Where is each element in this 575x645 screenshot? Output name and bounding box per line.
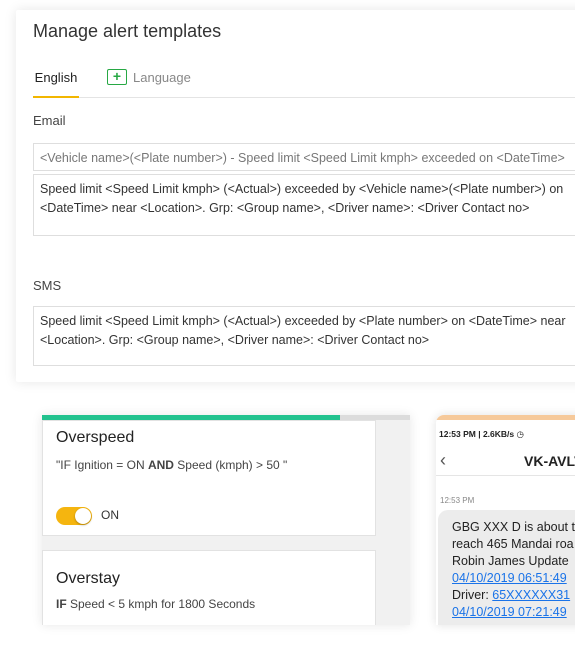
- toggle-knob: [75, 508, 91, 524]
- alert-toggle[interactable]: [56, 507, 92, 525]
- email-body-field[interactable]: Speed limit <Speed Limit kmph> (<Actual>…: [33, 174, 575, 236]
- message-line: Robin James Update: [452, 554, 569, 568]
- tab-english[interactable]: English: [33, 65, 79, 98]
- sms-body-line: <Location>. Grp: <Group name>, <Driver n…: [40, 333, 430, 347]
- driver-label: Driver:: [452, 588, 493, 602]
- alert-name: Overspeed: [56, 429, 135, 446]
- alerts-panel: Overspeed "IF Ignition = ON AND Speed (k…: [42, 415, 410, 625]
- email-subject-text: <Vehicle name>(<Plate number>) - Speed l…: [40, 151, 565, 165]
- chat-header: ‹ VK-AVLV: [436, 446, 575, 476]
- email-subject-field[interactable]: <Vehicle name>(<Plate number>) - Speed l…: [33, 143, 575, 171]
- status-text: 12:53 PM | 2.6KB/s: [439, 429, 515, 439]
- email-body-line: Speed limit <Speed Limit kmph> (<Actual>…: [40, 182, 564, 196]
- status-bar: 12:53 PM | 2.6KB/s ◷: [439, 429, 524, 440]
- rule-keyword: IF: [56, 597, 67, 611]
- email-label: Email: [33, 113, 66, 128]
- page-title: Manage alert templates: [33, 21, 222, 41]
- alert-templates-card: Manage alert templates English + Languag…: [16, 10, 575, 382]
- plus-icon: +: [107, 69, 127, 85]
- rule-text: "IF Ignition = ON: [56, 458, 148, 472]
- sms-body-line: Speed limit <Speed Limit kmph> (<Actual>…: [40, 314, 566, 328]
- alert-name: Overstay: [56, 570, 121, 587]
- message-date-link[interactable]: 04/10/2019 06:51:49: [452, 570, 575, 587]
- message-line: reach 465 Mandai roa: [452, 537, 574, 551]
- overstay-alert-card[interactable]: Overstay IF Speed < 5 kmph for 1800 Seco…: [42, 550, 376, 625]
- back-icon[interactable]: ‹: [440, 450, 446, 471]
- language-tabs: English + Language: [33, 65, 575, 98]
- alert-rule: IF Speed < 5 kmph for 1800 Seconds: [56, 597, 255, 611]
- toggle-label: ON: [101, 508, 119, 522]
- message-time: 12:53 PM: [440, 496, 475, 505]
- email-body-line: <DateTime> near <Location>. Grp: <Group …: [40, 201, 530, 215]
- alert-rule: "IF Ignition = ON AND Speed (kmph) > 50 …: [56, 458, 287, 472]
- phone-top-bar: [436, 415, 575, 420]
- alarm-icon: ◷: [516, 429, 524, 439]
- driver-phone-link[interactable]: 65XXXXXX31: [492, 588, 570, 602]
- message-date-link[interactable]: 04/10/2019 07:21:49: [452, 604, 575, 621]
- sms-label: SMS: [33, 278, 62, 293]
- message-line: GBG XXX D is about to: [452, 520, 575, 534]
- contact-name: VK-AVLV: [524, 453, 575, 469]
- add-language-button[interactable]: + Language: [107, 69, 191, 85]
- message-line: Driver: 65XXXXXX31: [452, 587, 575, 604]
- rule-keyword: AND: [147, 458, 174, 472]
- rule-text: Speed (kmph) > 50 ": [173, 458, 288, 472]
- sms-body-field[interactable]: Speed limit <Speed Limit kmph> (<Actual>…: [33, 306, 575, 366]
- rule-text: Speed < 5 kmph for 1800 Seconds: [66, 597, 256, 611]
- overspeed-alert-card[interactable]: Overspeed "IF Ignition = ON AND Speed (k…: [42, 420, 376, 536]
- sms-preview-phone: 12:53 PM | 2.6KB/s ◷ ‹ VK-AVLV 12:53 PM …: [436, 415, 575, 625]
- add-language-label: Language: [133, 69, 191, 85]
- sms-bubble: GBG XXX D is about to reach 465 Mandai r…: [438, 510, 575, 625]
